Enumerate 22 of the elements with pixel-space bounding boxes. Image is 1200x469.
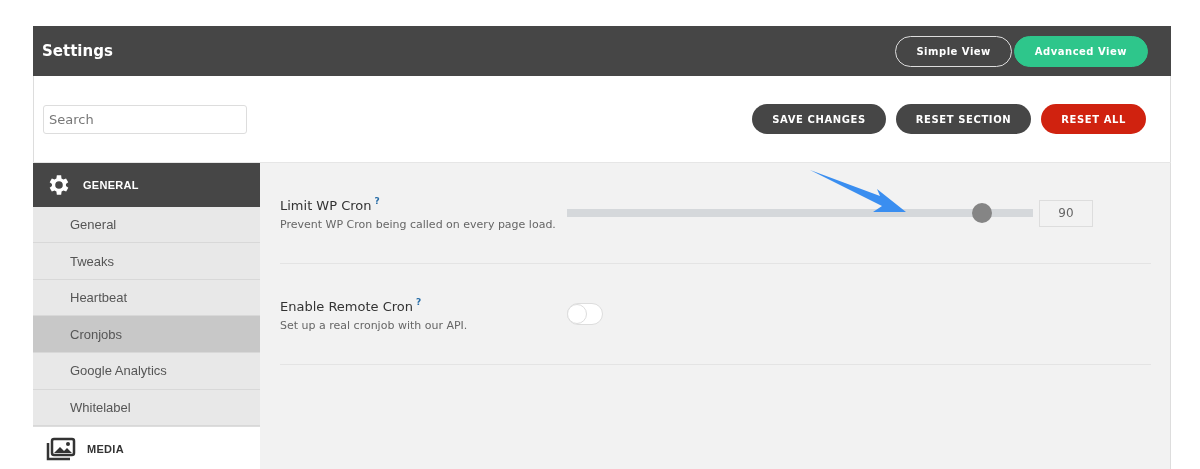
help-link[interactable]: ? <box>374 196 380 206</box>
action-button[interactable]: RESET SECTION <box>895 104 1032 134</box>
setting-title: Limit WP Cron <box>280 198 372 213</box>
toggle-switch[interactable] <box>567 303 603 325</box>
sidebar-item[interactable]: Google Analytics <box>33 353 260 390</box>
page-title: Settings <box>42 42 113 60</box>
sidebar-item[interactable]: Whitelabel <box>33 389 260 427</box>
sidebar-item[interactable]: General <box>33 206 260 244</box>
setting-description: Set up a real cronjob with our API. <box>280 319 468 332</box>
action-button[interactable]: SAVE CHANGES <box>752 104 886 134</box>
help-link[interactable]: ? <box>416 297 422 307</box>
images-icon <box>46 436 76 461</box>
sidebar-item[interactable]: Cronjobs <box>33 316 260 354</box>
sidebar-section[interactable]: GENERAL <box>33 163 260 207</box>
value-field[interactable]: 90 <box>1039 199 1093 227</box>
sidebar-item[interactable]: Heartbeat <box>33 279 260 317</box>
slider-thumb[interactable] <box>971 203 992 223</box>
setting-description: Prevent WP Cron being called on every page load. <box>280 218 556 231</box>
sidebar-item[interactable]: Tweaks <box>33 243 260 280</box>
search-field[interactable]: Search <box>43 104 247 134</box>
action-button[interactable]: RESET ALL <box>1041 104 1146 134</box>
setting-title: Enable Remote Cron <box>280 299 414 314</box>
